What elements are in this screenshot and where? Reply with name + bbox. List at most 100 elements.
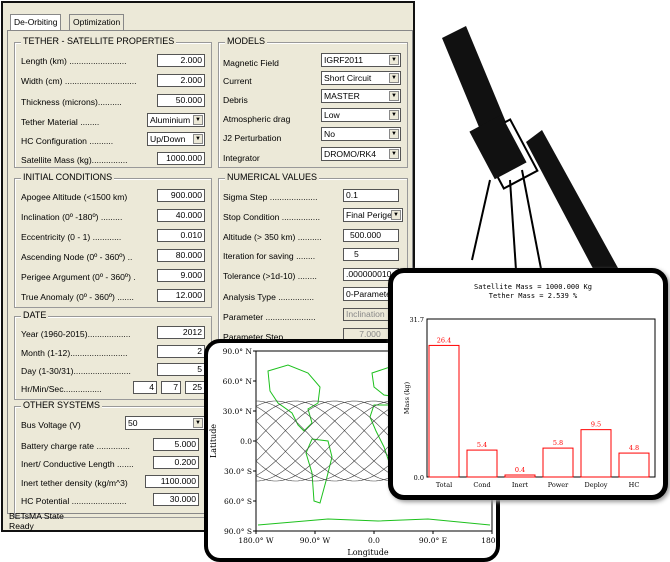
material-select[interactable]: Aluminium ▼: [147, 113, 205, 127]
battery-label: Battery charge rate ..............: [21, 441, 130, 451]
inclination-input[interactable]: 40.000: [157, 209, 205, 222]
debris-value: MASTER: [324, 91, 360, 101]
thickness-input[interactable]: 50.000: [157, 94, 205, 107]
hour-input[interactable]: 4: [133, 381, 157, 394]
debris-select[interactable]: MASTER ▼: [321, 89, 401, 103]
hc-config-value: Up/Down: [150, 134, 186, 144]
magnetic-label: Magnetic Field: [223, 58, 279, 68]
map-y-tick-label: 90.0° S: [224, 527, 252, 536]
mass-chart-plot: Satellite Mass = 1000.000 Kg Tether Mass…: [403, 283, 656, 489]
map-x-tick-label: 0.0: [368, 536, 380, 545]
integrator-value: DROMO/RK4: [324, 149, 377, 159]
group-title: TETHER - SATELLITE PROPERTIES: [21, 36, 177, 46]
integrator-select[interactable]: DROMO/RK4 ▼: [321, 147, 401, 161]
chart-y-tick-label: 31.7: [410, 316, 424, 324]
bus-voltage-label: Bus Voltage (V): [21, 420, 81, 430]
group-title: NUMERICAL VALUES: [225, 172, 320, 182]
status-group-title: BETsMA State: [9, 511, 64, 521]
current-label: Current: [223, 76, 252, 86]
apogee-label: Apogee Altitude (<1500 km): [21, 192, 128, 202]
magnetic-select[interactable]: IGRF2011 ▼: [321, 53, 401, 67]
mass-label: Satellite Mass (kg)...............: [21, 155, 128, 165]
inclination-label: Inclination (0º -180º) .........: [21, 212, 123, 222]
bar-value-label: 5.4: [477, 441, 487, 449]
bar-value-label: 5.8: [553, 439, 563, 447]
bar-value-label: 26.4: [437, 336, 451, 344]
chart-y-axis-label: Mass (kg): [403, 381, 411, 414]
sigma-input[interactable]: 0.1: [343, 189, 399, 202]
tab-de-orbiting[interactable]: De-Orbiting: [10, 14, 62, 30]
tab-optimization[interactable]: Optimization: [69, 14, 125, 30]
width-input[interactable]: 2.000: [157, 74, 205, 87]
chevron-down-icon: ▼: [389, 129, 399, 139]
minute-input[interactable]: 7: [161, 381, 181, 394]
length-input[interactable]: 2.000: [157, 54, 205, 67]
bus-voltage-select[interactable]: 50 ▼: [125, 416, 205, 430]
bar-value-label: 9.5: [591, 421, 601, 429]
stop-value: Final Perigee: [346, 210, 397, 220]
chevron-down-icon: ▼: [389, 91, 399, 101]
perigee-label: Perigee Argument (0º - 360º) .: [21, 272, 136, 282]
bar-category-label: Total: [436, 481, 452, 489]
altitude-input[interactable]: 500.000: [343, 229, 399, 242]
drag-label: Atmospheric drag: [223, 114, 291, 124]
current-select[interactable]: Short Circuit ▼: [321, 71, 401, 85]
bar-category-label: Inert: [512, 481, 529, 489]
eccentricity-input[interactable]: 0.010: [157, 229, 205, 242]
bar-category-label: Cond: [473, 481, 490, 489]
tolerance-label: Tolerance (>1d-10) ........: [223, 271, 317, 281]
numerical-values-group: NUMERICAL VALUES Sigma Step ............…: [218, 172, 408, 365]
status-text: Ready: [9, 521, 34, 531]
models-group: MODELS Magnetic Field IGRF2011 ▼ Current …: [218, 36, 408, 168]
map-y-tick-label: 30.0° S: [224, 467, 252, 476]
map-x-tick-label: 90.0° W: [300, 536, 331, 545]
sigma-label: Sigma Step ....................: [223, 192, 318, 202]
density-label: Inert tether density (kg/m^3): [21, 478, 128, 488]
map-x-tick-label: 90.0° E: [419, 536, 447, 545]
j2-value: No: [324, 129, 335, 139]
battery-input[interactable]: 5.000: [153, 438, 199, 451]
inert-length-label: Inert/ Conductive Length .......: [21, 459, 134, 469]
hc-config-select[interactable]: Up/Down ▼: [147, 132, 205, 146]
density-input[interactable]: 1100.000: [145, 475, 199, 488]
node-input[interactable]: 80.000: [157, 249, 205, 262]
eccentricity-label: Eccentricity (0 - 1) ............: [21, 232, 122, 242]
month-input[interactable]: 2: [157, 345, 205, 358]
analysis-label: Analysis Type ...............: [223, 292, 315, 302]
material-value: Aluminium: [150, 115, 191, 125]
iteration-input[interactable]: 5: [343, 248, 399, 261]
mass-bar-chart: Satellite Mass = 1000.000 Kg Tether Mass…: [388, 268, 668, 500]
chevron-down-icon: ▼: [389, 73, 399, 83]
time-label: Hr/Min/Sec................: [21, 384, 102, 394]
map-x-tick-label: 180.0: [481, 536, 496, 545]
bar-category-label: HC: [629, 481, 640, 489]
stop-select[interactable]: Final Perigee ▼: [343, 208, 403, 222]
stop-label: Stop Condition ................: [223, 212, 320, 222]
hc-potential-input[interactable]: 30.000: [153, 493, 199, 506]
day-input[interactable]: 5: [157, 363, 205, 376]
drag-select[interactable]: Low ▼: [321, 108, 401, 122]
chevron-down-icon: ▼: [193, 115, 203, 125]
chevron-down-icon: ▼: [391, 210, 401, 220]
current-value: Short Circuit: [324, 73, 372, 83]
map-x-tick-label: 180.0° W: [238, 536, 274, 545]
altitude-label: Altitude (> 350 km) ..........: [223, 232, 322, 242]
apogee-input[interactable]: 900.000: [157, 189, 205, 202]
perigee-input[interactable]: 9.000: [157, 269, 205, 282]
other-systems-group: OTHER SYSTEMS Bus Voltage (V) 50 ▼ Batter…: [14, 400, 212, 518]
mass-input[interactable]: 1000.000: [157, 152, 205, 165]
chevron-down-icon: ▼: [389, 55, 399, 65]
inert-length-input[interactable]: 0.200: [153, 456, 199, 469]
iteration-label: Iteration for saving ........: [223, 251, 316, 261]
anomaly-input[interactable]: 12.000: [157, 289, 205, 302]
bar-category-label: Power: [548, 481, 569, 489]
tether-properties-group: TETHER - SATELLITE PROPERTIES Length (km…: [14, 36, 212, 168]
map-y-tick-label: 0.0: [240, 437, 252, 446]
debris-label: Debris: [223, 95, 248, 105]
j2-select[interactable]: No ▼: [321, 127, 401, 141]
bar-category-label: Deploy: [585, 481, 608, 489]
magnetic-value: IGRF2011: [324, 55, 364, 65]
second-input[interactable]: 25: [185, 381, 205, 394]
year-input[interactable]: 2012: [157, 326, 205, 339]
map-y-axis-label: Latitude: [209, 424, 218, 458]
